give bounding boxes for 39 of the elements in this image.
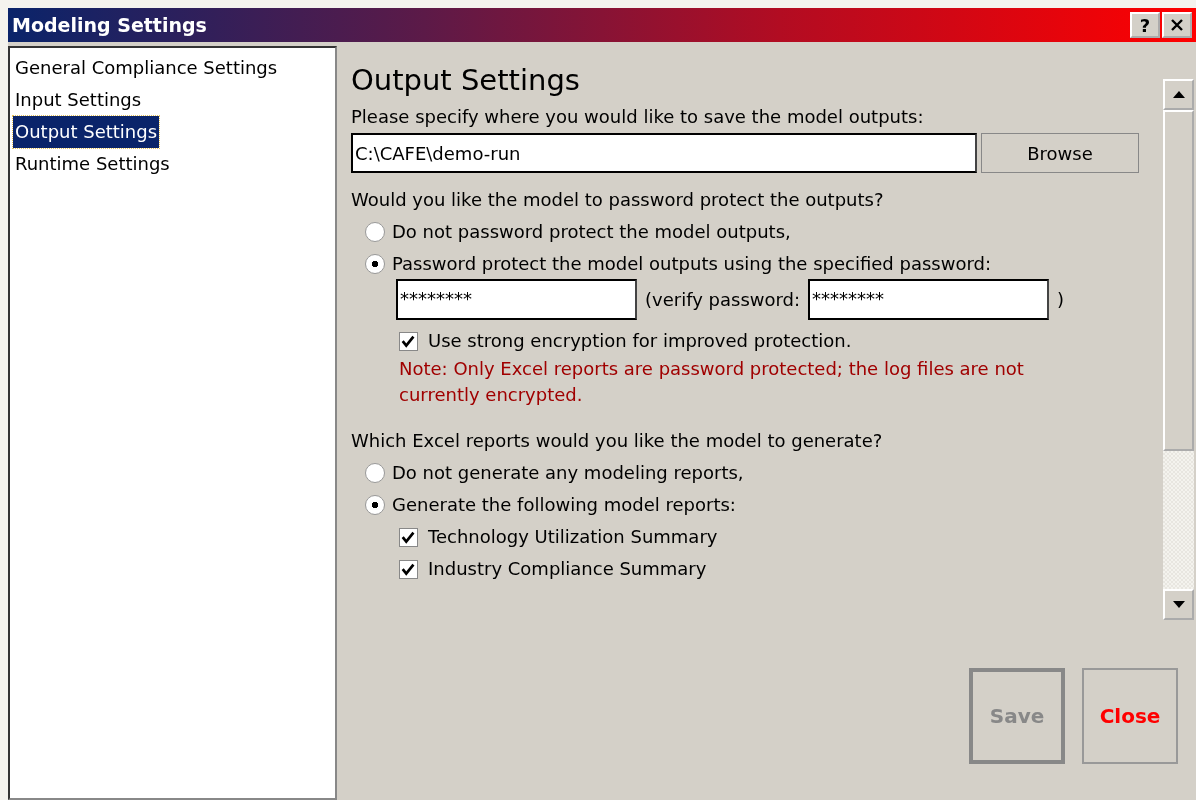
checkbox-label[interactable]: Industry Compliance Summary [428, 558, 707, 580]
radio-button[interactable] [365, 495, 385, 515]
note-text: Note: Only Excel reports are password protected; the log files are not currently encrypted. [399, 357, 1024, 407]
scroll-down-button[interactable] [1163, 589, 1194, 620]
location-prompt: Please specify where you would like to save the model outputs: [351, 106, 925, 128]
page-heading: Output Settings [351, 62, 581, 99]
radio-label[interactable]: Generate the following model reports: [392, 494, 736, 516]
password-field[interactable]: ******** [396, 279, 637, 320]
radio-label[interactable]: Do not password protect the model outputs, [392, 221, 791, 243]
up-arrow-icon [1172, 91, 1185, 98]
close-icon [1170, 18, 1184, 32]
close-button[interactable] [1162, 12, 1192, 38]
checkbox[interactable] [399, 559, 418, 579]
output-path-field[interactable]: C:\CAFE\demo-run [351, 133, 977, 173]
browse-button[interactable]: Browse [981, 133, 1139, 173]
radio-button[interactable] [365, 463, 385, 483]
checkbox[interactable] [399, 331, 418, 351]
checkbox-label[interactable]: Technology Utilization Summary [428, 526, 718, 548]
radio-label[interactable]: Password protect the model outputs using the specified password: [392, 253, 991, 275]
settings-list-item[interactable]: Output Settings [13, 116, 160, 148]
help-button[interactable]: ? [1130, 12, 1160, 38]
settings-list-item[interactable]: General Compliance Settings [13, 52, 280, 84]
checkbox[interactable] [399, 527, 418, 547]
down-arrow-icon [1172, 601, 1185, 608]
verify-password-field[interactable]: ******** [808, 279, 1050, 320]
password-question: Would you like the model to password protect the outputs? [351, 189, 885, 211]
settings-list-item[interactable]: Runtime Settings [13, 148, 172, 180]
window-title: Modeling Settings [12, 14, 207, 36]
verify-password-label: (verify password: [645, 288, 801, 311]
closing-parenthesis: ) [1057, 288, 1065, 311]
settings-list-item[interactable]: Input Settings [13, 84, 144, 116]
reports-question: Which Excel reports would you like the model to generate? [351, 430, 884, 452]
radio-button[interactable] [365, 254, 385, 274]
scroll-thumb[interactable] [1163, 110, 1194, 451]
checkbox-label[interactable]: Use strong encryption for improved protection. [428, 330, 852, 352]
scrollbar[interactable] [1163, 79, 1194, 620]
radio-label[interactable]: Do not generate any modeling reports, [392, 462, 744, 484]
radio-button[interactable] [365, 222, 385, 242]
scroll-up-button[interactable] [1163, 79, 1194, 110]
